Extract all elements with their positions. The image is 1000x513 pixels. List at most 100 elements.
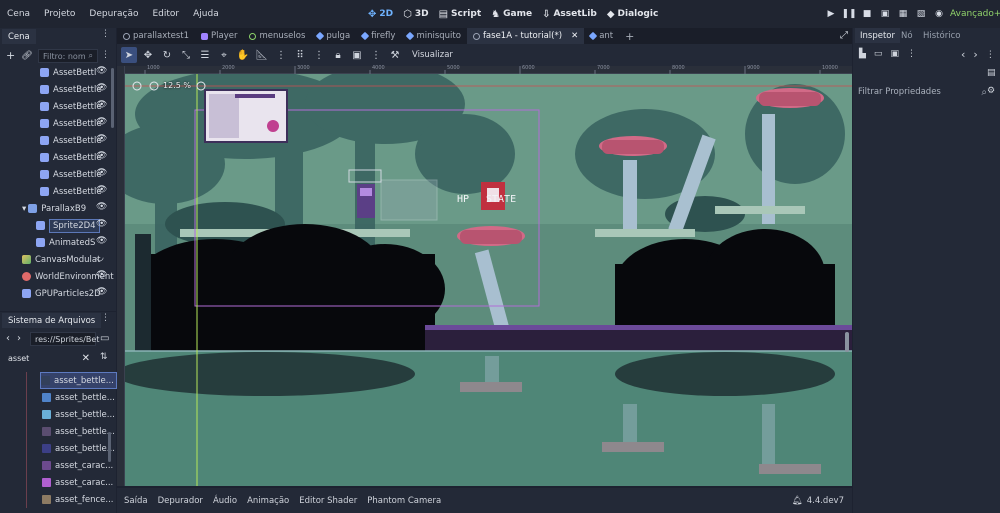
extra-options-icon[interactable]: ⋮: [907, 49, 916, 59]
tab-editor-shader[interactable]: Editor Shader: [294, 496, 362, 506]
menu-projeto[interactable]: Projeto: [37, 9, 82, 19]
view-menu[interactable]: Visualizar: [412, 50, 453, 60]
workspace-game[interactable]: ♞ Game: [491, 9, 532, 20]
open-folder-icon[interactable]: ▭: [874, 49, 883, 59]
visibility-toggle-icon[interactable]: 👁︎: [96, 236, 107, 246]
scene-tree-node[interactable]: AssetBettle: [40, 149, 102, 166]
scene-tree-node[interactable]: ▾ ParallaxB9: [22, 200, 86, 217]
tab-no[interactable]: Nó: [896, 28, 918, 43]
scene-tab[interactable]: ant: [584, 28, 619, 44]
scene-tree-node[interactable]: AssetBettle: [40, 132, 102, 149]
property-filter-input[interactable]: Filtrar Propriedades ⌕: [856, 85, 987, 99]
viewport-v-scrollbar[interactable]: [845, 332, 849, 352]
file-item[interactable]: asset_bettle...: [42, 440, 115, 457]
rotate-tool-icon[interactable]: ↻: [159, 47, 175, 63]
forward-icon[interactable]: ›: [17, 333, 21, 344]
scene-tab[interactable]: parallaxtest1: [117, 28, 195, 44]
pan-tool-icon[interactable]: ✋: [235, 47, 251, 63]
scene-tree-node[interactable]: GPUParticles2D: [22, 285, 101, 302]
visibility-toggle-icon[interactable]: 👁︎: [96, 168, 107, 178]
scene-tree-node[interactable]: AssetBettle: [40, 81, 102, 98]
file-item[interactable]: asset_bettle...: [40, 372, 117, 389]
history-forward-icon[interactable]: ›: [973, 48, 977, 61]
fs-search-input[interactable]: asset ✕: [4, 351, 94, 365]
pause-icon[interactable]: ❚❚: [840, 5, 858, 23]
history-menu-icon[interactable]: ⋮: [986, 50, 995, 60]
scene-options-icon[interactable]: ⋮: [101, 50, 110, 60]
visibility-toggle-icon[interactable]: 👁︎: [96, 151, 107, 161]
visibility-toggle-icon[interactable]: 👁︎: [96, 117, 107, 127]
layout-toggle-icon[interactable]: ▭: [100, 333, 109, 344]
scene-tree-node[interactable]: AssetBettle: [40, 98, 102, 115]
scene-filter-input[interactable]: Filtro: nom ⌕: [38, 49, 98, 63]
workspace-dialogic[interactable]: ◆ Dialogic: [607, 9, 658, 20]
scene-tree-scrollbar[interactable]: [111, 68, 114, 128]
menu-ajuda[interactable]: Ajuda: [186, 9, 226, 19]
play-custom-icon[interactable]: ▧: [912, 5, 930, 23]
zoom-level[interactable]: 12.5 %: [163, 81, 191, 90]
path-field[interactable]: res://Sprites/Bet: [30, 332, 99, 346]
scene-tab[interactable]: Player: [195, 28, 243, 44]
object-properties-icon[interactable]: ▤: [987, 68, 996, 78]
visibility-toggle-icon[interactable]: 👁︎: [96, 270, 107, 280]
snap-options-icon[interactable]: ⋮: [311, 47, 327, 63]
play-icon[interactable]: ▶: [822, 5, 840, 23]
scene-tree-node[interactable]: AnimatedS: [36, 234, 95, 251]
tab-historico[interactable]: Histórico: [918, 28, 965, 43]
select-tool-icon[interactable]: ➤: [121, 47, 137, 63]
scene-tab[interactable]: fase1A - tutorial(*) ✕: [466, 28, 585, 44]
smart-snap-icon[interactable]: ⋮: [273, 47, 289, 63]
clear-icon[interactable]: ✕: [82, 353, 90, 364]
play-scene-icon[interactable]: ▦: [894, 5, 912, 23]
skeleton-icon[interactable]: ⋮: [368, 47, 384, 63]
scene-tree-node[interactable]: AssetBettl: [40, 64, 96, 81]
visibility-toggle-icon[interactable]: ◡: [96, 253, 106, 263]
visibility-toggle-icon[interactable]: 👁︎: [96, 66, 107, 76]
file-item[interactable]: asset_carac...: [42, 474, 113, 491]
scale-tool-icon[interactable]: ⤡: [178, 47, 194, 63]
distraction-free-icon[interactable]: ⤢: [840, 30, 848, 41]
file-item[interactable]: asset_bettle...: [42, 423, 115, 440]
list-select-icon[interactable]: ☰: [197, 47, 213, 63]
tab-saida[interactable]: Saída: [119, 496, 153, 506]
visibility-toggle-icon[interactable]: 👁︎: [96, 100, 107, 110]
ruler-tool-icon[interactable]: 📐︎: [254, 47, 270, 63]
link-icon[interactable]: 🔗︎: [21, 51, 32, 61]
lock-icon[interactable]: 🔒︎: [330, 47, 346, 63]
move-tool-icon[interactable]: ✥: [140, 47, 156, 63]
expand-icon[interactable]: ▾: [22, 204, 26, 214]
workspace-assetlib[interactable]: ⇩ AssetLib: [542, 9, 597, 20]
group-icon[interactable]: ▣: [349, 47, 365, 63]
back-icon[interactable]: ‹: [6, 333, 10, 344]
scene-tree-node[interactable]: AssetBettle: [40, 166, 102, 183]
tab-phantom-camera[interactable]: Phantom Camera: [362, 496, 446, 506]
history-back-icon[interactable]: ‹: [961, 48, 965, 61]
scene-tab[interactable]: firefly: [356, 28, 401, 44]
workspace-script[interactable]: ▤ Script: [439, 9, 482, 20]
scene-tree-node[interactable]: AssetBettle: [40, 183, 102, 200]
tab-inspetor[interactable]: Inspetor: [855, 28, 900, 43]
visibility-toggle-icon[interactable]: 👁︎: [96, 83, 107, 93]
sort-icon[interactable]: ⇅: [100, 352, 108, 362]
grid-snap-icon[interactable]: ⠿: [292, 47, 308, 63]
visibility-toggle-icon[interactable]: 👁︎: [96, 287, 107, 297]
dock-menu-icon[interactable]: ⋮: [101, 29, 110, 39]
scene-tab[interactable]: pulga: [311, 28, 356, 44]
property-options-icon[interactable]: ⚙: [987, 86, 995, 96]
bone-icon[interactable]: ⚒: [387, 47, 403, 63]
visibility-toggle-icon[interactable]: 👁︎: [96, 202, 107, 212]
tab-depurador[interactable]: Depurador: [153, 496, 208, 506]
file-item[interactable]: asset_bettle...: [42, 406, 115, 423]
canvas-viewport[interactable]: 12.5 % HP STATE: [125, 74, 852, 486]
scene-tree-node[interactable]: CanvasModulat: [22, 251, 100, 268]
visibility-toggle-icon[interactable]: 👁︎: [96, 219, 107, 229]
pivot-tool-icon[interactable]: ⌖: [216, 47, 232, 63]
workspace-3d[interactable]: ⬡ 3D: [403, 9, 428, 20]
close-icon[interactable]: ✕: [571, 31, 578, 41]
tab-audio[interactable]: Áudio: [208, 496, 242, 506]
scene-tab[interactable]: minisquito: [401, 28, 467, 44]
visibility-toggle-icon[interactable]: 👁︎: [96, 185, 107, 195]
notification-icon[interactable]: 🔔︎: [792, 496, 803, 506]
fs-menu-icon[interactable]: ⋮: [101, 313, 110, 323]
tab-cena[interactable]: Cena: [2, 29, 36, 44]
